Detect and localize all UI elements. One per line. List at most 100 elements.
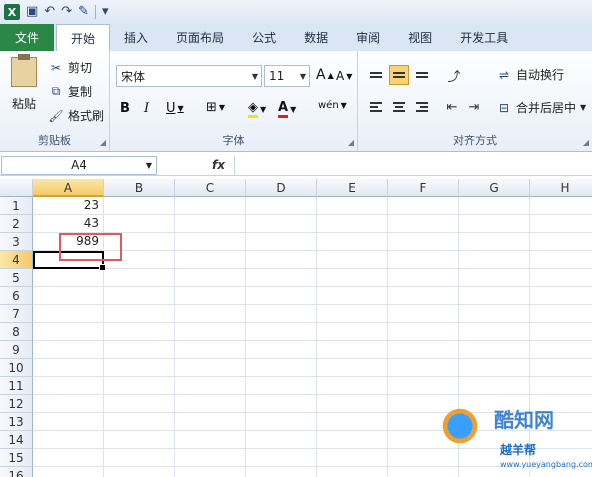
cell-g2[interactable]: [459, 215, 530, 233]
phonetic-guide-button[interactable]: wén ▼: [318, 100, 347, 111]
column-header-h[interactable]: H: [530, 179, 592, 197]
row-header-2[interactable]: 2: [0, 215, 33, 233]
row-header-16[interactable]: 16: [0, 467, 33, 477]
row-header-6[interactable]: 6: [0, 287, 33, 305]
column-header-a[interactable]: A: [33, 179, 104, 197]
cell-a6[interactable]: [33, 287, 104, 305]
cell-f1[interactable]: [388, 197, 459, 215]
cell-c2[interactable]: [175, 215, 246, 233]
cell-d14[interactable]: [246, 431, 317, 449]
cell-g3[interactable]: [459, 233, 530, 251]
cell-e13[interactable]: [317, 413, 388, 431]
row-header-5[interactable]: 5: [0, 269, 33, 287]
shrink-font-button[interactable]: A ▼: [336, 69, 352, 83]
cell-c3[interactable]: [175, 233, 246, 251]
row-header-7[interactable]: 7: [0, 305, 33, 323]
cell-d15[interactable]: [246, 449, 317, 467]
cell-g8[interactable]: [459, 323, 530, 341]
cell-b16[interactable]: [104, 467, 175, 477]
cell-e5[interactable]: [317, 269, 388, 287]
row-header-13[interactable]: 13: [0, 413, 33, 431]
cell-f6[interactable]: [388, 287, 459, 305]
tab-developer[interactable]: 开发工具: [446, 24, 522, 51]
cell-e14[interactable]: [317, 431, 388, 449]
decrease-indent-button[interactable]: ⇤: [442, 97, 462, 117]
fill-color-button[interactable]: ◈ ▼: [248, 100, 266, 118]
dialog-launcher-icon[interactable]: ◢: [100, 138, 106, 147]
cell-a5[interactable]: [33, 269, 104, 287]
tab-insert[interactable]: 插入: [110, 24, 162, 51]
cell-b8[interactable]: [104, 323, 175, 341]
cell-a10[interactable]: [33, 359, 104, 377]
font-size-combo[interactable]: 11 ▼: [264, 65, 310, 87]
cell-d2[interactable]: [246, 215, 317, 233]
cell-a13[interactable]: [33, 413, 104, 431]
cell-e16[interactable]: [317, 467, 388, 477]
row-header-15[interactable]: 15: [0, 449, 33, 467]
cell-e9[interactable]: [317, 341, 388, 359]
cell-c8[interactable]: [175, 323, 246, 341]
column-header-e[interactable]: E: [317, 179, 388, 197]
cell-h1[interactable]: [530, 197, 592, 215]
font-name-combo[interactable]: 宋体 ▼: [116, 65, 262, 87]
row-header-1[interactable]: 1: [0, 197, 33, 215]
cell-a12[interactable]: [33, 395, 104, 413]
cell-e4[interactable]: [317, 251, 388, 269]
cell-c7[interactable]: [175, 305, 246, 323]
cell-a16[interactable]: [33, 467, 104, 477]
tab-page-layout[interactable]: 页面布局: [162, 24, 238, 51]
tab-formulas[interactable]: 公式: [238, 24, 290, 51]
grow-font-button[interactable]: A ▲: [316, 67, 334, 83]
underline-button[interactable]: U ▼: [166, 101, 184, 116]
cell-d4[interactable]: [246, 251, 317, 269]
tab-file[interactable]: 文件: [0, 24, 55, 51]
cell-b1[interactable]: [104, 197, 175, 215]
cell-d5[interactable]: [246, 269, 317, 287]
align-bottom-button[interactable]: [412, 65, 432, 85]
select-all-corner[interactable]: [0, 179, 33, 197]
cell-d12[interactable]: [246, 395, 317, 413]
cell-h7[interactable]: [530, 305, 592, 323]
insert-function-icon[interactable]: fx: [212, 158, 225, 172]
cell-g10[interactable]: [459, 359, 530, 377]
dialog-launcher-icon[interactable]: ◢: [583, 138, 589, 147]
tab-view[interactable]: 视图: [394, 24, 446, 51]
save-icon[interactable]: ▣: [26, 4, 38, 20]
cell-b15[interactable]: [104, 449, 175, 467]
italic-button[interactable]: I: [144, 101, 149, 116]
undo-icon[interactable]: ↶: [44, 4, 55, 20]
row-header-4[interactable]: 4: [0, 251, 33, 269]
cell-c12[interactable]: [175, 395, 246, 413]
column-header-b[interactable]: B: [104, 179, 175, 197]
cell-g5[interactable]: [459, 269, 530, 287]
cell-c1[interactable]: [175, 197, 246, 215]
cell-h2[interactable]: [530, 215, 592, 233]
cell-c14[interactable]: [175, 431, 246, 449]
cell-e15[interactable]: [317, 449, 388, 467]
cell-f2[interactable]: [388, 215, 459, 233]
cell-h10[interactable]: [530, 359, 592, 377]
cell-a11[interactable]: [33, 377, 104, 395]
cell-f7[interactable]: [388, 305, 459, 323]
cell-b2[interactable]: [104, 215, 175, 233]
cell-d8[interactable]: [246, 323, 317, 341]
cell-h3[interactable]: [530, 233, 592, 251]
cell-d16[interactable]: [246, 467, 317, 477]
cell-h11[interactable]: [530, 377, 592, 395]
cell-d7[interactable]: [246, 305, 317, 323]
cell-b6[interactable]: [104, 287, 175, 305]
cell-c4[interactable]: [175, 251, 246, 269]
cell-f9[interactable]: [388, 341, 459, 359]
merge-center-button[interactable]: ⊟ 合并后居中 ▼: [496, 99, 586, 116]
paste-button[interactable]: 粘贴: [8, 54, 40, 112]
copy-button[interactable]: ⧉ 复制: [48, 83, 92, 100]
column-header-f[interactable]: F: [388, 179, 459, 197]
cell-c9[interactable]: [175, 341, 246, 359]
cell-a2[interactable]: 43: [33, 215, 104, 233]
cell-d9[interactable]: [246, 341, 317, 359]
cell-a14[interactable]: [33, 431, 104, 449]
cell-f3[interactable]: [388, 233, 459, 251]
cell-a8[interactable]: [33, 323, 104, 341]
cell-b12[interactable]: [104, 395, 175, 413]
cell-d6[interactable]: [246, 287, 317, 305]
